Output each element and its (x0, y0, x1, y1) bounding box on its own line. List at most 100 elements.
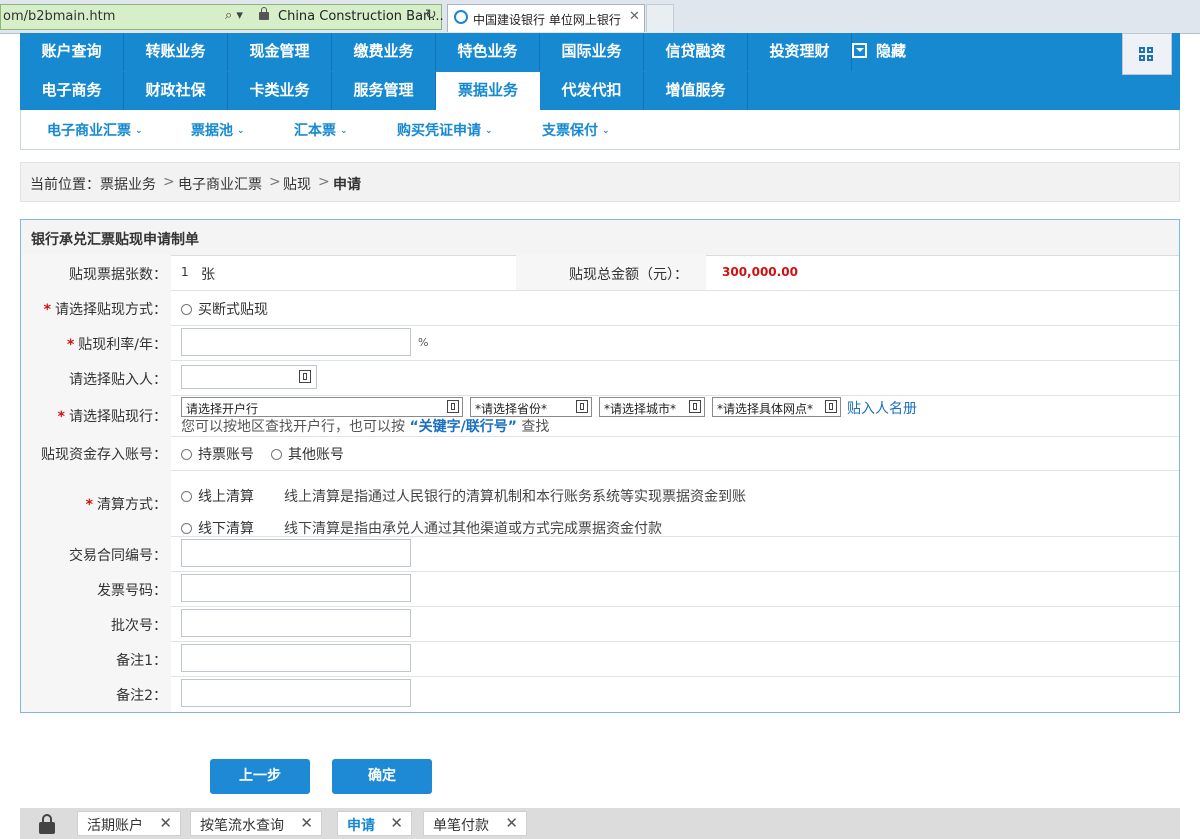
tab-title: 中国建设银行 单位网上银行 (473, 13, 621, 27)
grid-icon (1139, 55, 1145, 61)
form-title: 银行承兑汇票贴现申请制单 (31, 232, 199, 248)
browser-tab[interactable]: 中国建设银行 单位网上银行 ✕ (447, 4, 645, 32)
close-icon[interactable]: ✕ (505, 814, 518, 832)
open-tab[interactable]: 按笔流水查询 ✕ (190, 811, 322, 836)
close-icon[interactable]: ✕ (300, 814, 313, 832)
breadcrumb-item[interactable]: 票据业务 (100, 174, 156, 194)
form-row-settlement: * 清算方式： 线上清算 线上清算是指通过人民银行的清算机制和本行账务系统等实现票… (21, 470, 1179, 537)
close-icon[interactable]: ✕ (390, 814, 403, 832)
breadcrumb-item[interactable]: 贴现 (283, 174, 311, 194)
contract-label: 交易合同编号： (69, 548, 167, 564)
nav-item[interactable]: 特色业务 (436, 33, 540, 71)
picker-icon[interactable] (576, 400, 588, 413)
picker-icon[interactable] (825, 400, 837, 413)
open-tab[interactable]: 单笔付款 ✕ (423, 811, 527, 836)
contract-number-input[interactable] (181, 539, 411, 567)
nav-item[interactable]: 财政社保 (124, 72, 228, 110)
batch-label: 批次号： (111, 618, 167, 634)
breadcrumb-item[interactable]: 电子商业汇票 (178, 174, 262, 194)
lock-icon[interactable] (39, 814, 55, 834)
bank-select[interactable]: 请选择开户行 (181, 397, 463, 417)
ie-icon (454, 10, 468, 24)
breadcrumb-separator: > (318, 174, 330, 190)
chevron-down-icon: ⌄ (237, 126, 245, 136)
discounter-list-link[interactable]: 贴入人名册 (847, 398, 917, 418)
invoice-number-input[interactable] (181, 574, 411, 602)
radio-button[interactable] (271, 449, 282, 460)
bank-search-hint: 您可以按地区查找开户行，也可以按 “关键字/联行号” 查找 (181, 419, 550, 435)
subnav-item[interactable]: 支票保付 ⌄ (542, 120, 610, 140)
radio-button[interactable] (181, 523, 192, 534)
open-tab[interactable]: 活期账户 ✕ (77, 811, 181, 836)
settlement-option-online[interactable]: 线上清算 (181, 486, 254, 506)
address-bar[interactable]: om/b2bmain.htm ⌕ ▾ China Construction Ba… (0, 4, 444, 30)
form-row-account: 贴现资金存入账号： 持票账号 其他账号 (21, 436, 1179, 471)
nav-item[interactable]: 投资理财 (748, 33, 852, 71)
lock-icon (259, 7, 269, 20)
site-identity[interactable]: China Construction Ban... (278, 9, 444, 24)
subnav-item[interactable]: 票据池 ⌄ (191, 120, 245, 140)
chevron-down-icon: ⌄ (135, 126, 143, 136)
refresh-icon[interactable]: ↻ (425, 7, 437, 23)
method-label: * 请选择贴现方式： (43, 302, 167, 318)
branch-select[interactable]: *请选择具体网点* (712, 397, 841, 417)
close-tab-icon[interactable]: ✕ (629, 9, 640, 24)
open-tab-label: 单笔付款 (433, 818, 489, 834)
nav-item[interactable]: 代发代扣 (540, 72, 644, 110)
radio-button[interactable] (181, 304, 192, 315)
grid-icon (1147, 47, 1153, 53)
note1-input[interactable] (181, 644, 411, 672)
confirm-button[interactable]: 确定 (332, 759, 432, 794)
account-option-holder[interactable]: 持票账号 (181, 444, 254, 464)
nav-item[interactable]: 账户查询 (20, 33, 124, 71)
nav-item[interactable]: 信贷融资 (644, 33, 748, 71)
breadcrumb: 当前位置： 票据业务 > 电子商业汇票 > 贴现 > 申请 (20, 162, 1180, 202)
discounter-label: 请选择贴入人： (69, 372, 167, 388)
discounter-select[interactable] (181, 365, 317, 389)
nav-item[interactable]: 服务管理 (332, 72, 436, 110)
nav-item[interactable]: 缴费业务 (332, 33, 436, 71)
hide-label: 隐藏 (876, 42, 907, 60)
subnav-item[interactable]: 汇本票 ⌄ (294, 120, 348, 140)
discount-application-form: 银行承兑汇票贴现申请制单 贴现票据张数： 1 张 贴现总金额（元）： 300,0… (20, 219, 1180, 713)
subnav-item[interactable]: 电子商业汇票 ⌄ (47, 120, 143, 140)
search-icon[interactable]: ⌕ ▾ (225, 8, 243, 23)
note2-input[interactable] (181, 679, 411, 707)
nav-item[interactable]: 电子商务 (20, 72, 124, 110)
nav-item[interactable]: 卡类业务 (228, 72, 332, 110)
form-row-invoice: 发票号码： (21, 571, 1179, 607)
close-icon[interactable]: ✕ (159, 814, 172, 832)
nav-item[interactable]: 国际业务 (540, 33, 644, 71)
radio-button[interactable] (181, 449, 192, 460)
account-option-other[interactable]: 其他账号 (271, 444, 344, 464)
settlement-option-offline[interactable]: 线下清算 (181, 518, 254, 538)
keyword-search-link[interactable]: “关键字/联行号” (409, 419, 517, 435)
city-select[interactable]: *请选择城市* (599, 397, 705, 417)
picker-icon[interactable] (299, 370, 311, 383)
picker-icon[interactable] (689, 400, 701, 413)
rate-input[interactable] (181, 328, 411, 356)
menu-grid-button[interactable] (1122, 33, 1172, 75)
browser-chrome: om/b2bmain.htm ⌕ ▾ China Construction Ba… (0, 0, 1200, 34)
nav-item[interactable]: 现金管理 (228, 33, 332, 71)
province-select[interactable]: *请选择省份* (470, 397, 592, 417)
hide-nav-button[interactable]: 隐藏 (852, 33, 906, 71)
nav-item-active[interactable]: 票据业务 (436, 72, 540, 111)
breadcrumb-current: 申请 (333, 177, 361, 193)
new-tab-button[interactable] (646, 4, 674, 32)
sub-nav: 电子商业汇票 ⌄ 票据池 ⌄ 汇本票 ⌄ 购买凭证申请 ⌄ 支票保付 ⌄ (20, 110, 1180, 150)
method-option-buyout[interactable]: 买断式贴现 (181, 299, 268, 319)
open-tab-label: 申请 (347, 818, 375, 834)
radio-button[interactable] (181, 491, 192, 502)
subnav-item[interactable]: 购买凭证申请 ⌄ (397, 120, 493, 140)
open-tab[interactable]: 申请 ✕ (337, 811, 412, 836)
chevron-down-icon: ⌄ (340, 126, 348, 136)
nav-item[interactable]: 转账业务 (124, 33, 228, 71)
rate-unit: % (418, 336, 429, 349)
prev-step-button[interactable]: 上一步 (210, 759, 310, 794)
total-amount-label: 贴现总金额（元）： (569, 267, 688, 283)
picker-icon[interactable] (447, 400, 459, 413)
nav-item[interactable]: 增值服务 (644, 72, 748, 110)
form-row-rate: * 贴现利率/年： % (21, 325, 1179, 361)
batch-number-input[interactable] (181, 609, 411, 637)
